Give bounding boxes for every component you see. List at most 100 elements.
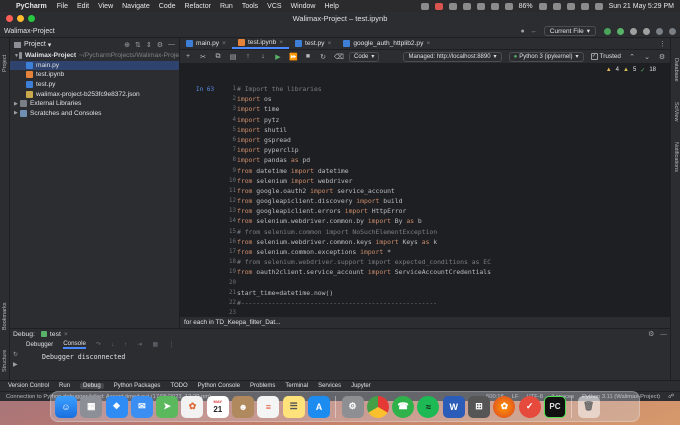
tab-test-py[interactable]: test.py ×: [289, 37, 337, 49]
tab-google-auth[interactable]: google_auth_httplib2.py ×: [337, 37, 436, 49]
lock-icon[interactable]: ☍: [668, 394, 674, 400]
close-tab-icon[interactable]: ×: [327, 40, 331, 47]
trash-icon[interactable]: 🗑: [577, 395, 600, 418]
python-packages-button[interactable]: Python Packages: [114, 383, 161, 389]
expand-all-icon[interactable]: ⇅: [135, 41, 141, 49]
collapse-all-icon[interactable]: ⇕: [146, 41, 152, 49]
menu-view[interactable]: View: [98, 3, 113, 10]
project-stripe-button[interactable]: Project: [2, 42, 8, 72]
tree-row-scratches[interactable]: ▶ Scratches and Consoles: [10, 109, 179, 119]
services-button[interactable]: Services: [318, 383, 341, 389]
paste-cell-icon[interactable]: ▤: [229, 53, 237, 61]
finder-icon[interactable]: ☺: [55, 395, 77, 418]
jupyter-server-select[interactable]: Managed: http://localhost:8890 ▾: [403, 51, 502, 62]
hide-panel-icon[interactable]: —: [168, 41, 175, 49]
camera-icon[interactable]: [420, 2, 429, 10]
app-menu[interactable]: PyCharm: [16, 3, 47, 10]
close-window-icon[interactable]: [6, 15, 13, 22]
tab-console[interactable]: Console: [63, 340, 86, 349]
run-to-cursor-icon[interactable]: ⇥: [137, 341, 142, 348]
close-tab-icon[interactable]: ×: [279, 39, 283, 46]
appstore-icon[interactable]: A: [307, 395, 330, 418]
breadcrumb-text[interactable]: for each in TD_Keepa_filter_Dat...: [184, 319, 281, 326]
debug-session-tab[interactable]: test ×: [40, 331, 68, 338]
rerun-icon[interactable]: ↻: [13, 351, 18, 358]
word-icon[interactable]: W: [442, 395, 465, 418]
reminders-icon[interactable]: ≡: [257, 395, 280, 418]
wifi-icon[interactable]: [552, 2, 561, 10]
tab-test-ipynb[interactable]: test.ipynb ×: [231, 37, 290, 49]
siri-icon[interactable]: [594, 2, 603, 10]
whatsapp-icon[interactable]: ☎: [392, 395, 415, 418]
chevron-down-icon[interactable]: ▾: [48, 41, 52, 49]
tab-main-py[interactable]: main.py ×: [180, 37, 232, 49]
nav-down-icon[interactable]: ⌄: [643, 53, 651, 61]
back-arrow-icon[interactable]: ←: [531, 28, 538, 35]
run-button[interactable]: Run: [59, 383, 70, 389]
locate-icon[interactable]: ⊕: [124, 41, 130, 49]
menu-navigate[interactable]: Navigate: [122, 3, 150, 10]
inspection-indicators[interactable]: ▲ 4 ▲ 5 ✓ 18: [606, 67, 656, 74]
cell-type-select[interactable]: Code ▾: [349, 51, 380, 62]
sciview-stripe-button[interactable]: SciView: [673, 102, 679, 142]
spotify-icon[interactable]: ≈: [417, 395, 440, 418]
terminal-button[interactable]: Terminal: [285, 383, 308, 389]
run-all-icon[interactable]: ⏩: [289, 53, 298, 61]
menu-window[interactable]: Window: [291, 3, 316, 10]
menu-tools[interactable]: Tools: [242, 3, 258, 10]
step-into-icon[interactable]: ↓: [111, 341, 114, 348]
nav-up-icon[interactable]: ⌃: [628, 53, 636, 61]
debug-button[interactable]: Debug: [80, 383, 104, 389]
run-cell-icon[interactable]: ▶: [274, 53, 282, 61]
menubar-clock[interactable]: Sun 21 May 5:29 PM: [609, 3, 674, 10]
version-control-button[interactable]: Version Control: [8, 383, 49, 389]
tree-row-test-ipynb[interactable]: test.ipynb: [10, 70, 179, 80]
tree-row-json[interactable]: walimax-project-b253fc9e8372.json: [10, 89, 179, 99]
todo-icon[interactable]: ✓: [518, 395, 541, 418]
chrome-icon[interactable]: [366, 395, 389, 418]
resume-icon[interactable]: ▶: [13, 361, 18, 368]
firefox-icon[interactable]: ✿: [493, 395, 516, 418]
contacts-icon[interactable]: ☻: [232, 395, 255, 418]
more-icon[interactable]: ⋮: [168, 341, 174, 348]
code-editor[interactable]: In 63 ▲ 4 ▲ 5 ✓ 18 1 2 3 4 5 6 7 8 9 10 11 12 13 14 15…: [180, 64, 670, 316]
copy-cell-icon[interactable]: ⧉: [214, 53, 222, 61]
control-center-icon[interactable]: [580, 2, 589, 10]
safari-icon[interactable]: ❖: [105, 395, 128, 418]
tree-row-external-libraries[interactable]: ▶ External Libraries: [10, 99, 179, 109]
zoom-window-icon[interactable]: [28, 15, 35, 22]
grid-icon[interactable]: [462, 2, 471, 10]
trusted-toggle[interactable]: ✓ Trusted: [590, 53, 621, 60]
step-over-icon[interactable]: ↷: [96, 341, 101, 348]
cloud-icon[interactable]: [476, 2, 485, 10]
add-cell-icon[interactable]: +: [184, 53, 192, 60]
close-session-icon[interactable]: ×: [64, 331, 68, 338]
settings-icon[interactable]: ⚙: [341, 395, 364, 418]
mail-icon[interactable]: ✉: [130, 395, 153, 418]
clear-output-icon[interactable]: ⌫: [334, 53, 344, 61]
tab-debugger[interactable]: Debugger: [26, 341, 53, 348]
run-icon[interactable]: [604, 27, 611, 35]
close-tab-icon[interactable]: ×: [426, 40, 430, 47]
project-breadcrumb[interactable]: Walimax-Project: [4, 28, 55, 35]
recording-icon[interactable]: [434, 2, 443, 10]
menu-code[interactable]: Code: [159, 3, 176, 10]
battery-icon[interactable]: [538, 2, 547, 10]
menu-file[interactable]: File: [57, 3, 68, 10]
debug-icon[interactable]: [617, 27, 624, 35]
maps-icon[interactable]: ➤: [156, 395, 179, 418]
audio-icon[interactable]: [490, 2, 499, 10]
pycharm-icon[interactable]: PC: [543, 395, 566, 418]
restart-kernel-icon[interactable]: ↻: [319, 53, 327, 61]
database-stripe-button[interactable]: Database: [673, 58, 679, 98]
hide-panel-icon[interactable]: —: [660, 331, 667, 338]
photos-icon[interactable]: ✿: [181, 395, 204, 418]
kernel-select[interactable]: ● Python 3 (ipykernel) ▾: [508, 51, 584, 62]
user-icon[interactable]: ●: [521, 28, 525, 35]
interrupt-kernel-icon[interactable]: ■: [304, 53, 312, 60]
move-up-icon[interactable]: ↑: [244, 53, 252, 60]
calendar-icon[interactable]: MAY 21: [206, 395, 229, 418]
coverage-icon[interactable]: [630, 27, 637, 35]
close-tab-icon[interactable]: ×: [222, 40, 226, 47]
bluetooth-icon[interactable]: [504, 2, 513, 10]
